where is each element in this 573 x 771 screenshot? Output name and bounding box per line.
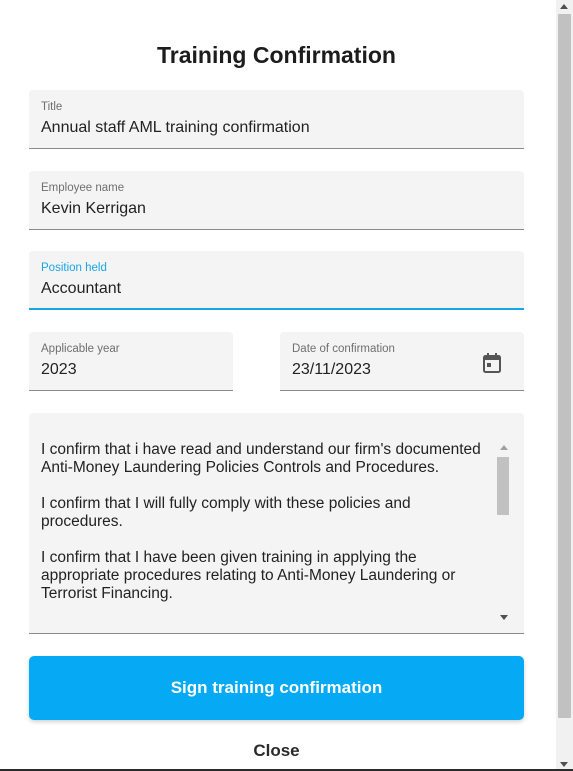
statement-paragraph: I confirm that i have read and understan…: [41, 441, 481, 476]
page-scroll-up-icon[interactable]: [560, 4, 568, 9]
title-field[interactable]: Title Annual staff AML training confirma…: [29, 90, 524, 149]
date-of-confirmation-label: Date of confirmation: [292, 343, 395, 355]
scroll-thumb[interactable]: [497, 457, 509, 515]
employee-name-value[interactable]: Kevin Kerrigan: [41, 200, 146, 218]
applicable-year-field[interactable]: Applicable year 2023: [29, 332, 233, 391]
close-button[interactable]: Close: [0, 741, 553, 761]
position-held-value[interactable]: Accountant: [41, 280, 121, 298]
position-held-field[interactable]: Position held Accountant: [29, 251, 524, 310]
statement-scrollbar[interactable]: [496, 441, 511, 623]
sign-training-confirmation-button[interactable]: Sign training confirmation: [29, 656, 524, 720]
employee-name-field[interactable]: Employee name Kevin Kerrigan: [29, 171, 524, 230]
applicable-year-label: Applicable year: [41, 343, 120, 355]
page-scrollbar[interactable]: [556, 0, 573, 771]
statement-paragraph: I confirm that I have been given trainin…: [41, 549, 456, 602]
page-scroll-down-icon[interactable]: [560, 762, 568, 767]
dialog-title: Training Confirmation: [157, 42, 396, 68]
employee-name-label: Employee name: [41, 182, 125, 194]
scroll-up-arrow-icon[interactable]: [500, 445, 508, 450]
date-of-confirmation-value[interactable]: 23/11/2023: [292, 361, 371, 379]
title-field-value[interactable]: Annual staff AML training confirmation: [41, 119, 310, 137]
statement-text: I confirm that i have read and understan…: [41, 441, 489, 621]
date-of-confirmation-field[interactable]: Date of confirmation 23/11/2023: [280, 332, 524, 391]
title-field-label: Title: [41, 101, 63, 113]
calendar-icon[interactable]: [482, 352, 502, 374]
position-held-label: Position held: [41, 262, 107, 274]
statement-textarea[interactable]: I confirm that i have read and understan…: [29, 413, 524, 634]
applicable-year-value[interactable]: 2023: [41, 361, 77, 379]
page-scroll-thumb[interactable]: [558, 14, 571, 718]
scroll-down-arrow-icon[interactable]: [500, 615, 508, 620]
statement-paragraph: I confirm that I will fully comply with …: [41, 495, 411, 530]
